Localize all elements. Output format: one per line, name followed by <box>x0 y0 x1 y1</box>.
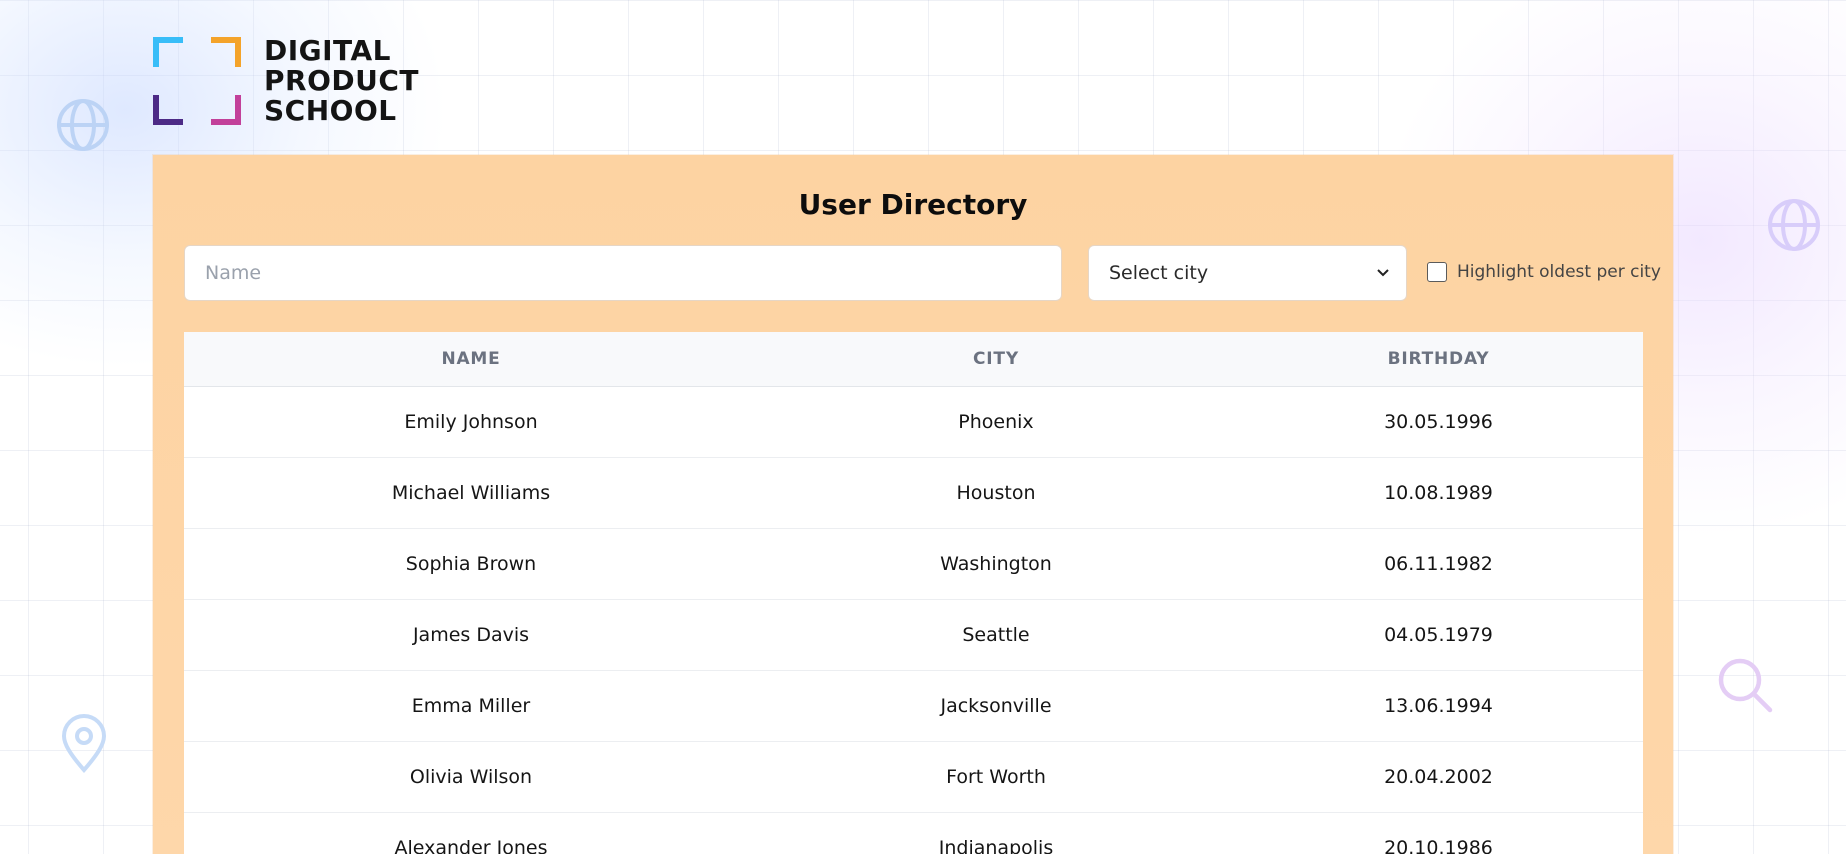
logo-line: SCHOOL <box>264 94 397 127</box>
cell-city: Jacksonville <box>940 695 1052 717</box>
table-row[interactable]: Alexander Jones Indianapolis 20.10.1986 <box>184 813 1643 854</box>
cell-name: Michael Williams <box>391 482 551 504</box>
logo-mark-icon <box>153 37 241 125</box>
cell-city: Fort Worth <box>946 766 1046 788</box>
search-icon <box>1718 658 1773 713</box>
column-header-name[interactable]: NAME <box>184 349 758 369</box>
cell-city: Seattle <box>962 624 1030 646</box>
cell-city: Washington <box>940 553 1052 575</box>
page-title: User Directory <box>798 188 1028 221</box>
highlight-oldest-label: Highlight oldest per city <box>1457 262 1661 282</box>
globe-icon <box>57 99 109 151</box>
chevron-down-icon <box>1377 269 1389 277</box>
column-header-birthday[interactable]: BIRTHDAY <box>1234 349 1643 369</box>
cell-birthday: 30.05.1996 <box>1384 411 1493 433</box>
city-select-value: Select city <box>1109 262 1209 284</box>
cell-name: Alexander Jones <box>394 837 548 854</box>
brand-logo[interactable]: DIGITAL PRODUCT SCHOOL <box>153 36 419 126</box>
globe-icon <box>1768 199 1820 251</box>
cell-birthday: 06.11.1982 <box>1384 553 1493 575</box>
cell-name: Emily Johnson <box>404 411 538 433</box>
table-row[interactable]: James Davis Seattle 04.05.1979 <box>184 600 1643 671</box>
name-filter-input[interactable] <box>184 245 1062 301</box>
cell-name: James Davis <box>412 624 530 646</box>
cell-birthday: 10.08.1989 <box>1384 482 1493 504</box>
cell-birthday: 04.05.1979 <box>1384 624 1493 646</box>
table-row[interactable]: Michael Williams Houston 10.08.1989 <box>184 458 1643 529</box>
location-pin-icon <box>61 714 107 774</box>
table-row[interactable]: Emily Johnson Phoenix 30.05.1996 <box>184 387 1643 458</box>
highlight-oldest-option[interactable]: Highlight oldest per city <box>1427 262 1661 282</box>
table-header: NAME CITY BIRTHDAY <box>184 332 1643 387</box>
table-row[interactable]: Olivia Wilson Fort Worth 20.04.2002 <box>184 742 1643 813</box>
column-header-city[interactable]: CITY <box>758 349 1234 369</box>
cell-birthday: 13.06.1994 <box>1384 695 1493 717</box>
cell-name: Emma Miller <box>411 695 531 717</box>
cell-birthday: 20.04.2002 <box>1384 766 1493 788</box>
logo-wordmark: DIGITAL PRODUCT SCHOOL <box>264 36 419 126</box>
user-directory-panel: User Directory Select city Highlight old… <box>153 155 1673 854</box>
logo-line: PRODUCT <box>264 64 420 97</box>
cell-city: Houston <box>956 482 1036 504</box>
city-select[interactable]: Select city <box>1088 245 1407 301</box>
table-row[interactable]: Sophia Brown Washington 06.11.1982 <box>184 529 1643 600</box>
table-row[interactable]: Emma Miller Jacksonville 13.06.1994 <box>184 671 1643 742</box>
cell-birthday: 20.10.1986 <box>1384 837 1493 854</box>
logo-line: DIGITAL <box>264 34 391 67</box>
cell-city: Indianapolis <box>938 837 1054 854</box>
users-table: NAME CITY BIRTHDAY Emily Johnson Phoenix… <box>184 332 1643 854</box>
highlight-oldest-checkbox[interactable] <box>1427 262 1447 282</box>
cell-city: Phoenix <box>958 411 1034 433</box>
cell-name: Sophia Brown <box>405 553 537 575</box>
cell-name: Olivia Wilson <box>409 766 533 788</box>
